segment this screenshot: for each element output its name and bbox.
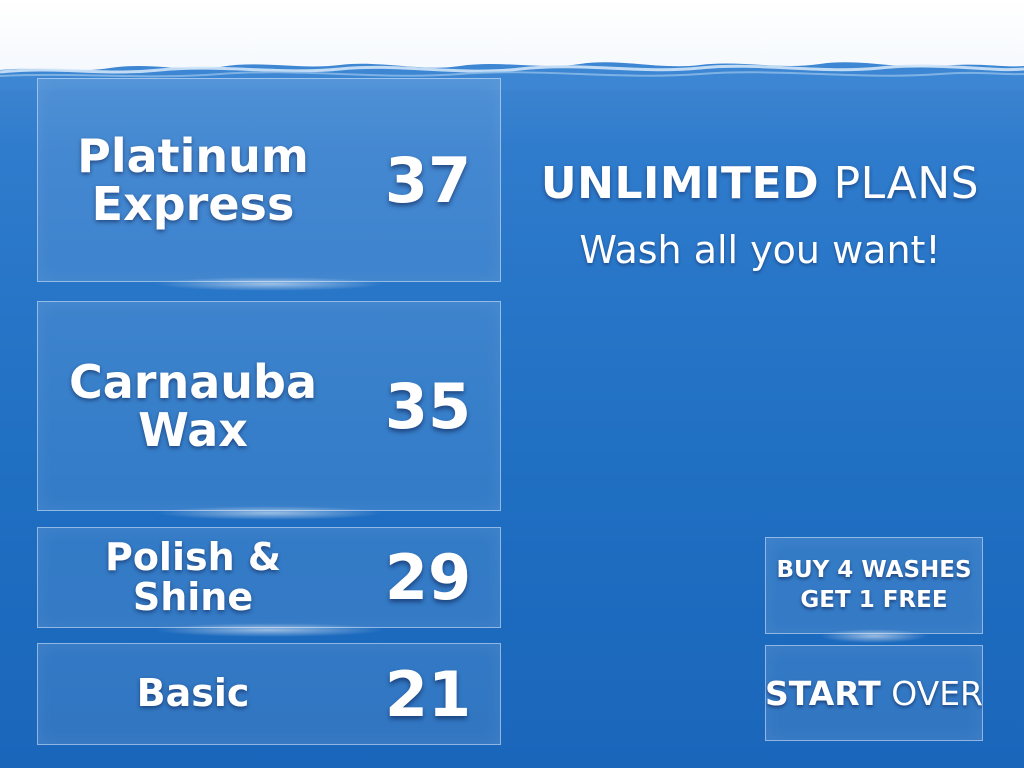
- buy-4-get-1-free-button[interactable]: BUY 4 WASHES GET 1 FREE: [765, 537, 983, 643]
- plan-name: Platinum Express: [77, 128, 309, 231]
- plan-name: Basic: [136, 671, 250, 716]
- headline-light: PLANS: [833, 158, 980, 209]
- water-surface-banner: [0, 0, 1024, 90]
- page-title: UNLIMITED PLANS: [520, 158, 1000, 209]
- start-over-button[interactable]: START OVER: [765, 645, 983, 741]
- headline-bold: UNLIMITED: [540, 158, 820, 209]
- plan-tile-carnauba-wax[interactable]: Carnauba Wax 35: [37, 301, 501, 520]
- plan-price: 21: [384, 657, 472, 731]
- promo-label: BUY 4 WASHES GET 1 FREE: [776, 556, 972, 613]
- plan-tile-platinum-express[interactable]: Platinum Express 37: [37, 78, 501, 291]
- page-subtitle: Wash all you want!: [579, 228, 941, 272]
- plan-price: 35: [384, 369, 472, 443]
- plan-tile-basic[interactable]: Basic 21: [37, 643, 501, 745]
- plan-price: 37: [384, 143, 472, 217]
- plan-name: Polish & Shine: [104, 534, 282, 619]
- plan-price: 29: [384, 541, 472, 614]
- plan-tile-polish-shine[interactable]: Polish & Shine 29: [37, 527, 501, 637]
- plan-name: Carnauba Wax: [69, 354, 317, 457]
- start-over-label: START OVER: [765, 673, 983, 713]
